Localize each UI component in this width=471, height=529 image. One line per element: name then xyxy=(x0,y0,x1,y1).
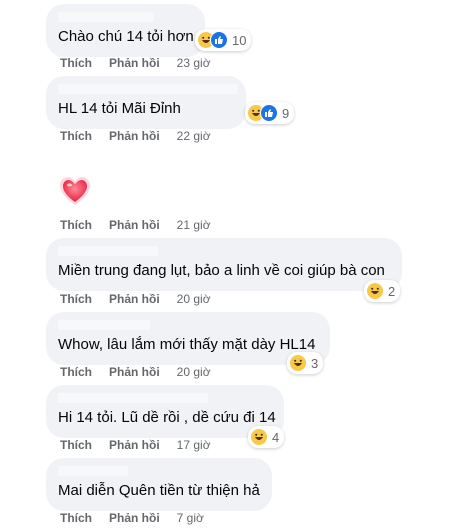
comment-bubble[interactable]: Mai diễn Quên tiền từ thiện hả xyxy=(46,458,272,511)
reply-link[interactable]: Phản hồi xyxy=(109,438,160,452)
reply-link[interactable]: Phản hồi xyxy=(109,511,160,525)
comment-text: Whow, lâu lắm mới thấy mặt dày HL14 xyxy=(58,336,316,353)
reply-link[interactable]: Phản hồi xyxy=(109,218,160,232)
comment-actions: Thích Phản hồi 7 giờ xyxy=(60,510,204,526)
reaction-count: 10 xyxy=(232,32,247,48)
author-name-redacted xyxy=(58,12,154,22)
comment-actions: Thích Phản hồi 23 giờ xyxy=(60,55,211,71)
comment-actions: Thích Phản hồi 22 giờ xyxy=(60,128,211,144)
like-link[interactable]: Thích xyxy=(60,438,92,452)
timestamp[interactable]: 20 giờ xyxy=(177,365,211,379)
reaction-count: 9 xyxy=(282,105,290,121)
comment-text: Miền trung đang lụt, bảo a linh về coi g… xyxy=(58,262,385,279)
heart-sticker-icon xyxy=(58,175,92,209)
comment-bubble[interactable]: HL 14 tỏi Mãi Đỉnh xyxy=(46,76,246,129)
like-link[interactable]: Thích xyxy=(60,218,92,232)
like-link[interactable]: Thích xyxy=(60,511,92,525)
reaction-summary[interactable]: 3 xyxy=(287,352,324,374)
like-reaction-icon xyxy=(260,104,278,122)
like-reaction-icon xyxy=(210,31,228,49)
timestamp[interactable]: 21 giờ xyxy=(177,218,211,232)
comment-text: Mai diễn Quên tiền từ thiện hả xyxy=(58,482,260,499)
haha-reaction-icon xyxy=(250,428,268,446)
author-name-redacted xyxy=(58,393,208,403)
like-link[interactable]: Thích xyxy=(60,365,92,379)
reaction-summary[interactable]: 2 xyxy=(364,280,401,302)
comment-actions: Thích Phản hồi 20 giờ xyxy=(60,291,211,307)
comment: Chào chú 14 tỏi hơn xyxy=(46,4,205,62)
author-name-redacted xyxy=(58,246,158,256)
comment: Mai diễn Quên tiền từ thiện hả xyxy=(46,458,272,516)
reaction-summary[interactable]: 10 xyxy=(195,29,252,51)
haha-reaction-icon xyxy=(366,282,384,300)
reaction-count: 4 xyxy=(272,429,280,445)
timestamp[interactable]: 23 giờ xyxy=(177,56,211,70)
author-name-redacted xyxy=(58,466,128,476)
reply-link[interactable]: Phản hồi xyxy=(109,292,160,306)
haha-reaction-icon xyxy=(289,354,307,372)
comment-text: Hi 14 tỏi. Lũ dề rồi , dề cứu đi 14 xyxy=(58,409,276,426)
timestamp[interactable]: 7 giờ xyxy=(177,511,204,525)
timestamp[interactable]: 20 giờ xyxy=(177,292,211,306)
like-link[interactable]: Thích xyxy=(60,56,92,70)
comment: Miền trung đang lụt, bảo a linh về coi g… xyxy=(46,238,402,296)
reaction-summary[interactable]: 9 xyxy=(245,102,295,124)
comment-bubble[interactable]: Chào chú 14 tỏi hơn xyxy=(46,4,205,57)
reply-link[interactable]: Phản hồi xyxy=(109,56,160,70)
timestamp[interactable]: 17 giờ xyxy=(177,438,211,452)
comment-bubble[interactable]: Miền trung đang lụt, bảo a linh về coi g… xyxy=(46,238,402,291)
comment-text: HL 14 tỏi Mãi Đỉnh xyxy=(58,100,181,117)
author-name-redacted xyxy=(58,320,150,330)
reaction-count: 2 xyxy=(388,283,396,299)
author-name-redacted xyxy=(58,84,238,94)
like-link[interactable]: Thích xyxy=(60,292,92,306)
comment-text: Chào chú 14 tỏi hơn xyxy=(58,28,194,45)
comment: HL 14 tỏi Mãi Đỉnh xyxy=(46,76,246,134)
reaction-count: 3 xyxy=(311,355,319,371)
reply-link[interactable]: Phản hồi xyxy=(109,129,160,143)
comment-actions: Thích Phản hồi 17 giờ xyxy=(60,437,211,453)
like-link[interactable]: Thích xyxy=(60,129,92,143)
reaction-summary[interactable]: 4 xyxy=(248,426,285,448)
comment-bubble[interactable]: Hi 14 tỏi. Lũ dề rồi , dề cứu đi 14 xyxy=(46,385,284,438)
timestamp[interactable]: 22 giờ xyxy=(177,129,211,143)
comment-actions: Thích Phản hồi 20 giờ xyxy=(60,364,211,380)
reply-link[interactable]: Phản hồi xyxy=(109,365,160,379)
comment-actions: Thích Phản hồi 21 giờ xyxy=(60,217,211,233)
